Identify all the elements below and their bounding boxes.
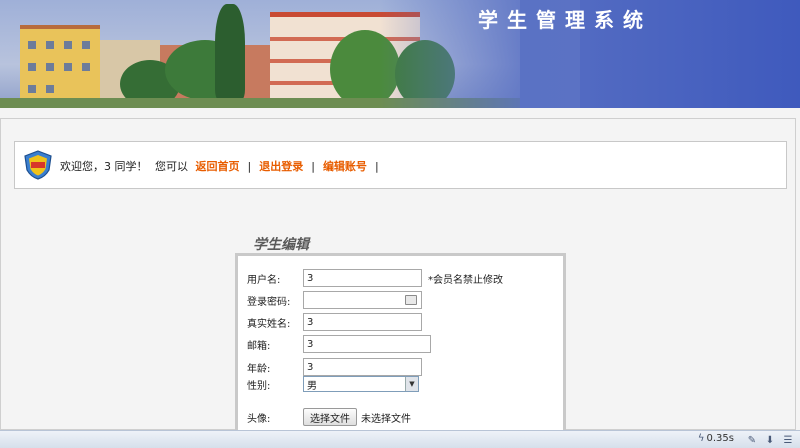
header-banner: 学生管理系统 (0, 0, 800, 108)
file-status: 未选择文件 (361, 413, 411, 425)
password-input[interactable] (303, 291, 422, 309)
student-edit-form: 用户名: 3 *会员名禁止修改 登录密码: 真实姓名: 3 邮箱: 3 年龄: … (235, 253, 566, 443)
load-timing: ϟ 0.35s (697, 433, 734, 444)
home-link[interactable]: 返回首页 (196, 160, 240, 173)
realname-row: 真实姓名: 3 (247, 312, 422, 332)
password-label: 登录密码: (247, 296, 291, 308)
realname-label: 真实姓名: (247, 318, 291, 330)
username-note: *会员名禁止修改 (428, 274, 503, 286)
gender-row: 性别: 男 ▼ (247, 374, 419, 394)
lightning-icon: ϟ (697, 433, 705, 444)
choose-file-button[interactable]: 选择文件 (303, 408, 357, 426)
edit-account-link[interactable]: 编辑账号 (323, 160, 367, 173)
welcome-bar: 欢迎您，3 同学！ 您可以 返回首页 | 退出登录 | 编辑账号 | (14, 141, 787, 189)
keyboard-icon[interactable] (405, 295, 417, 305)
chevron-down-icon[interactable]: ▼ (405, 377, 418, 391)
menu-icon[interactable]: ☰ (782, 434, 794, 446)
pen-icon[interactable]: ✎ (746, 434, 758, 446)
browser-status-bar: ϟ 0.35s ✎ ⬇ ☰ (0, 430, 800, 448)
email-input[interactable]: 3 (303, 335, 431, 353)
main-content: 欢迎您，3 同学！ 您可以 返回首页 | 退出登录 | 编辑账号 | 学生编辑 用户名: … (0, 118, 796, 443)
shield-badge-icon (24, 150, 52, 180)
username-label: 用户名: (247, 274, 281, 286)
avatar-row: 头像: 选择文件 未选择文件 (247, 407, 411, 427)
avatar-label: 头像: (247, 413, 271, 425)
download-icon[interactable]: ⬇ (764, 434, 776, 446)
age-label: 年龄: (247, 363, 271, 375)
welcome-text: 欢迎您，3 同学！ 您可以 返回首页 | 退出登录 | 编辑账号 | (60, 160, 379, 173)
logout-link[interactable]: 退出登录 (259, 160, 303, 173)
password-row: 登录密码: (247, 290, 422, 310)
gender-label: 性别: (247, 380, 271, 392)
realname-input[interactable]: 3 (303, 313, 422, 331)
gender-select[interactable]: 男 ▼ (303, 376, 419, 392)
email-row: 邮箱: 3 (247, 334, 431, 354)
username-row: 用户名: 3 *会员名禁止修改 (247, 268, 503, 288)
form-title: 学生编辑 (253, 237, 309, 253)
app-title: 学生管理系统 (478, 8, 652, 32)
can-text: 您可以 (155, 160, 188, 173)
username-input[interactable]: 3 (303, 269, 422, 287)
email-label: 邮箱: (247, 340, 271, 352)
greeting-text: 欢迎您，3 同学！ (60, 160, 148, 173)
